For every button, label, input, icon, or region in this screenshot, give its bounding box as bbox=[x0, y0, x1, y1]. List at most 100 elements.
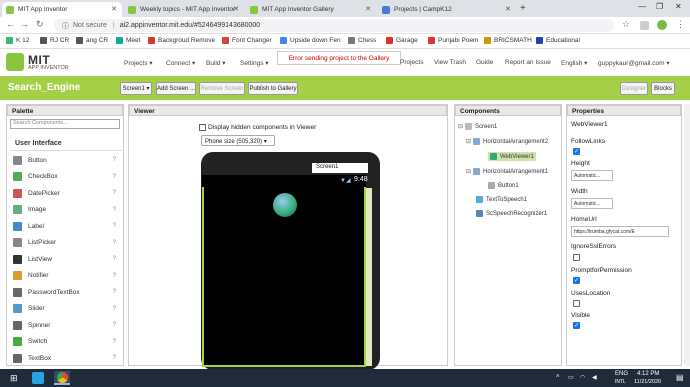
tab-campk12[interactable]: Projects | CampK12 ✕ bbox=[378, 2, 516, 17]
tree-node-horizontalarrangement1[interactable]: ⊟ HorizontalArrangement1 bbox=[466, 168, 548, 175]
palette-item-passwordtextbox[interactable]: PasswordTextBox? bbox=[10, 285, 122, 299]
palette-group-user-interface[interactable]: User Interface bbox=[10, 137, 122, 151]
page-scrollbar[interactable] bbox=[684, 104, 690, 366]
webviewer-globe-icon[interactable] bbox=[273, 193, 297, 217]
palette-item-switch[interactable]: Switch? bbox=[10, 335, 122, 349]
back-icon[interactable]: ← bbox=[6, 19, 15, 29]
prop-width-field[interactable]: Automatic... bbox=[571, 198, 613, 209]
help-icon[interactable]: ? bbox=[113, 256, 116, 262]
bookmark-item[interactable]: Backgroud Remove bbox=[148, 37, 215, 44]
close-tab-icon[interactable]: ✕ bbox=[111, 5, 117, 13]
help-icon[interactable]: ? bbox=[113, 273, 116, 279]
volume-icon[interactable]: ◀ bbox=[592, 374, 597, 381]
palette-item-spinner[interactable]: Spinner? bbox=[10, 318, 122, 332]
bookmark-item[interactable]: BRICSMATH bbox=[484, 37, 532, 44]
tab-mit-app-inventor[interactable]: MIT App Inventor ✕ bbox=[2, 2, 122, 17]
menu-view-trash[interactable]: View Trash bbox=[434, 59, 466, 66]
prop-followlinks-checkbox[interactable] bbox=[573, 148, 580, 155]
tree-node-screen1[interactable]: ⊟ Screen1 bbox=[458, 123, 497, 130]
bookmark-item[interactable]: Meet bbox=[116, 37, 140, 44]
browser-menu-icon[interactable]: ⋮ bbox=[676, 19, 685, 30]
palette-item-image[interactable]: Image? bbox=[10, 203, 122, 217]
help-icon[interactable]: ? bbox=[113, 289, 116, 295]
url-input[interactable]: ⓘ Not secure | ai2.appinventor.mit.edu/#… bbox=[54, 19, 614, 32]
palette-item-checkbox[interactable]: CheckBox? bbox=[10, 170, 122, 184]
prop-prompt-checkbox[interactable] bbox=[573, 277, 580, 284]
language-indicator[interactable]: ENG bbox=[615, 371, 628, 377]
taskbar-time[interactable]: 4:12 PM bbox=[637, 371, 659, 377]
menu-guide[interactable]: Guide bbox=[476, 59, 493, 66]
menu-projects[interactable]: Projects ▾ bbox=[124, 59, 153, 67]
help-icon[interactable]: ? bbox=[113, 157, 116, 163]
wifi-icon[interactable]: ◠ bbox=[580, 374, 585, 381]
skype-icon[interactable] bbox=[32, 372, 44, 384]
maximize-icon[interactable]: ❐ bbox=[656, 2, 663, 11]
notifications-icon[interactable]: ▤ bbox=[676, 373, 684, 382]
avatar[interactable] bbox=[657, 20, 667, 30]
reload-icon[interactable]: ↻ bbox=[36, 19, 44, 30]
palette-item-datepicker[interactable]: DatePicker? bbox=[10, 186, 122, 200]
help-icon[interactable]: ? bbox=[113, 355, 116, 361]
windows-start-icon[interactable]: ⊞ bbox=[10, 373, 18, 384]
extension-icon[interactable] bbox=[640, 21, 649, 30]
menu-build[interactable]: Build ▾ bbox=[206, 59, 226, 67]
menu-language[interactable]: English ▾ bbox=[561, 59, 587, 67]
palette-item-button[interactable]: Button? bbox=[10, 153, 122, 167]
tree-node-scspeechrecognizer1[interactable]: ScSpeechRecognizer1 bbox=[476, 210, 547, 217]
publish-gallery-button[interactable]: Publish to Gallery bbox=[248, 82, 298, 95]
help-icon[interactable]: ? bbox=[113, 306, 116, 312]
hidden-components-checkbox[interactable] bbox=[199, 124, 206, 131]
menu-settings[interactable]: Settings ▾ bbox=[240, 59, 269, 67]
palette-item-slider[interactable]: Slider? bbox=[10, 302, 122, 316]
tree-node-button1[interactable]: Button1 bbox=[488, 182, 519, 189]
screen-tab[interactable]: Screen1 bbox=[312, 163, 368, 173]
tree-node-webviewer1[interactable]: WebViewer1 bbox=[488, 152, 536, 161]
minimize-icon[interactable]: — bbox=[638, 2, 646, 11]
prop-ignoressl-checkbox[interactable] bbox=[573, 254, 580, 261]
bookmark-item[interactable]: K 12 bbox=[6, 37, 29, 44]
help-icon[interactable]: ? bbox=[113, 223, 116, 229]
help-icon[interactable]: ? bbox=[113, 240, 116, 246]
bookmark-item[interactable]: Punjabi Poem bbox=[428, 37, 478, 44]
new-tab-icon[interactable]: + bbox=[520, 3, 526, 14]
tab-gallery[interactable]: MIT App Inventor Gallery ✕ bbox=[246, 2, 376, 17]
star-icon[interactable]: ☆ bbox=[622, 19, 630, 30]
bookmark-item[interactable]: Font Changer bbox=[222, 37, 272, 44]
close-tab-icon[interactable]: ✕ bbox=[505, 5, 511, 13]
hidden-components-toggle[interactable]: Display hidden components in Viewer bbox=[199, 124, 316, 131]
phone-size-select[interactable]: Phone size (505,320) ▾ bbox=[201, 135, 275, 146]
prop-homeurl-field[interactable]: https://trumba.gfycat.com/E bbox=[571, 226, 669, 237]
window-close-icon[interactable]: ✕ bbox=[675, 2, 682, 11]
help-icon[interactable]: ? bbox=[113, 207, 116, 213]
help-icon[interactable]: ? bbox=[113, 190, 116, 196]
menu-account[interactable]: guppykaur@gmail.com ▾ bbox=[598, 59, 670, 67]
menu-report-issue[interactable]: Report an Issue bbox=[505, 59, 551, 66]
tree-node-horizontalarrangement2[interactable]: ⊟ HorizontalArrangement2 bbox=[466, 138, 548, 145]
prop-useslocation-checkbox[interactable] bbox=[573, 300, 580, 307]
close-tab-icon[interactable]: ✕ bbox=[365, 5, 371, 13]
prop-height-field[interactable]: Automatic... bbox=[571, 170, 613, 181]
bookmark-item[interactable]: RJ CR bbox=[40, 37, 69, 44]
palette-search-input[interactable]: Search Components... bbox=[10, 119, 120, 129]
tree-node-texttospeech1[interactable]: TextToSpeech1 bbox=[476, 196, 527, 203]
palette-item-listview[interactable]: ListView? bbox=[10, 252, 122, 266]
palette-item-listpicker[interactable]: ListPicker? bbox=[10, 236, 122, 250]
menu-connect[interactable]: Connect ▾ bbox=[166, 59, 195, 67]
add-screen-button[interactable]: Add Screen ... bbox=[156, 82, 196, 95]
tab-weekly-topics[interactable]: Weekly topics - MIT App Inventor ✕ bbox=[124, 2, 244, 17]
network-icon[interactable]: ▭ bbox=[568, 374, 574, 381]
help-icon[interactable]: ? bbox=[113, 339, 116, 345]
screen-select[interactable]: Screen1 ▾ bbox=[120, 82, 152, 95]
tray-chevron-icon[interactable]: ˄ bbox=[556, 374, 560, 380]
bookmark-item[interactable]: Chess bbox=[348, 37, 376, 44]
close-tab-icon[interactable]: ✕ bbox=[233, 5, 239, 13]
help-icon[interactable]: ? bbox=[113, 322, 116, 328]
palette-item-textbox[interactable]: TextBox? bbox=[10, 351, 122, 365]
menu-my-projects[interactable]: Projects bbox=[400, 59, 423, 66]
prop-visible-checkbox[interactable] bbox=[573, 322, 580, 329]
palette-item-label[interactable]: Label? bbox=[10, 219, 122, 233]
palette-item-notifier[interactable]: Notifier? bbox=[10, 269, 122, 283]
bookmark-item[interactable]: ang CR bbox=[76, 37, 108, 44]
bookmark-item[interactable]: Garage bbox=[386, 37, 418, 44]
help-icon[interactable]: ? bbox=[113, 174, 116, 180]
